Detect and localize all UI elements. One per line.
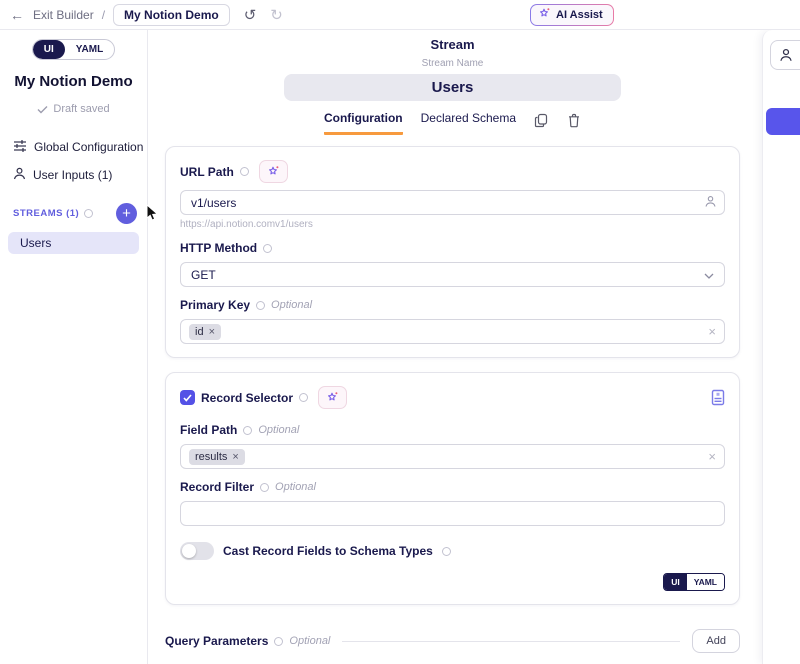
info-icon[interactable]: [240, 167, 249, 176]
record-selector-checkbox[interactable]: [180, 390, 195, 405]
http-method-select[interactable]: GET: [180, 262, 725, 287]
tab-configuration[interactable]: Configuration: [324, 111, 403, 135]
requester-card: URL Path https://api.notion.comv1/users …: [165, 146, 740, 358]
schema-doc-icon[interactable]: [711, 389, 725, 406]
record-selector-label: Record Selector: [201, 391, 293, 405]
toggle-ui-option[interactable]: UI: [664, 574, 687, 590]
stream-config-panel: Stream Stream Name Configuration Declare…: [148, 30, 757, 664]
info-icon[interactable]: [260, 483, 269, 492]
url-preview-text: https://api.notion.comv1/users: [180, 219, 725, 230]
info-icon[interactable]: [84, 209, 93, 218]
chevron-down-icon: [704, 268, 714, 282]
record-selector-ui-yaml-toggle[interactable]: UI YAML: [663, 573, 725, 591]
field-path-label: Field Path: [180, 423, 237, 437]
project-name-field[interactable]: My Notion Demo: [113, 4, 230, 26]
user-icon: [779, 48, 793, 62]
exit-builder-link[interactable]: Exit Builder: [33, 8, 94, 22]
undo-icon[interactable]: ↺: [244, 6, 257, 24]
primary-key-label: Primary Key: [180, 298, 250, 312]
check-icon: [37, 105, 48, 114]
info-icon[interactable]: [256, 301, 265, 310]
tab-declared-schema[interactable]: Declared Schema: [421, 111, 516, 135]
sidebar-stream-users[interactable]: Users: [8, 232, 139, 254]
add-stream-button[interactable]: +: [116, 203, 137, 224]
tag-id: id ×: [189, 324, 221, 340]
panel-title: Stream: [165, 37, 740, 52]
sidebar-item-label: Global Configuration: [34, 140, 143, 154]
connector-title: My Notion Demo: [0, 73, 147, 90]
user-interpolation-icon[interactable]: [704, 195, 717, 213]
ai-suggest-button[interactable]: [318, 386, 347, 409]
toggle-ui-option[interactable]: UI: [33, 40, 65, 59]
info-icon[interactable]: [442, 547, 451, 556]
sparkle-star-icon: [538, 7, 551, 23]
info-icon[interactable]: [274, 637, 283, 646]
info-icon[interactable]: [263, 244, 272, 253]
record-filter-input[interactable]: [180, 501, 725, 526]
remove-tag-icon[interactable]: ×: [209, 326, 215, 338]
field-path-tag-input[interactable]: results × ×: [180, 444, 725, 469]
query-parameters-label: Query Parameters: [165, 634, 268, 648]
url-path-input[interactable]: [180, 190, 725, 215]
record-selector-card: Record Selector Field Path Optional resu…: [165, 372, 740, 605]
stream-tabs: Configuration Declared Schema: [165, 111, 740, 135]
cast-fields-label: Cast Record Fields to Schema Types: [223, 544, 433, 558]
info-icon[interactable]: [299, 393, 308, 402]
sidebar-item-user-inputs[interactable]: User Inputs (1): [0, 161, 147, 189]
breadcrumb-separator: /: [102, 8, 105, 22]
delete-stream-icon[interactable]: [567, 113, 581, 128]
builder-sidebar: UI YAML My Notion Demo Draft saved Globa…: [0, 30, 148, 664]
redo-icon[interactable]: ↻: [270, 6, 283, 24]
connector-builder-app: ← Exit Builder / My Notion Demo ↺ ↻ AI A…: [0, 0, 800, 664]
sidebar-item-label: User Inputs (1): [33, 168, 112, 182]
copy-stream-icon[interactable]: [534, 113, 549, 128]
tag-results: results ×: [189, 449, 245, 465]
info-icon[interactable]: [243, 426, 252, 435]
query-parameters-section: Query Parameters Optional Add: [165, 629, 740, 653]
url-path-label: URL Path: [180, 165, 234, 179]
remove-tag-icon[interactable]: ×: [232, 451, 238, 463]
sidebar-item-global-configuration[interactable]: Global Configuration: [0, 133, 147, 161]
ai-suggest-button[interactable]: [259, 160, 288, 183]
back-arrow-icon[interactable]: ←: [10, 7, 24, 23]
toggle-yaml-option[interactable]: YAML: [687, 574, 724, 590]
cast-fields-toggle[interactable]: [180, 542, 214, 560]
draft-status: Draft saved: [0, 103, 147, 115]
test-stream-button[interactable]: [766, 108, 800, 135]
primary-key-tag-input[interactable]: id × ×: [180, 319, 725, 344]
testing-panel: [762, 30, 800, 664]
sliders-icon: [13, 139, 27, 155]
streams-section-header: STREAMS (1): [13, 208, 79, 219]
user-icon: [13, 167, 26, 183]
stream-name-label: Stream Name: [165, 58, 740, 69]
ui-yaml-toggle[interactable]: UI YAML: [32, 39, 115, 60]
add-query-parameter-button[interactable]: Add: [692, 629, 740, 653]
top-bar: ← Exit Builder / My Notion Demo ↺ ↻ AI A…: [0, 0, 800, 30]
clear-field-icon[interactable]: ×: [708, 449, 716, 464]
ai-assist-button[interactable]: AI Assist: [530, 4, 614, 26]
ai-assist-label: AI Assist: [556, 9, 603, 21]
testing-values-button[interactable]: [770, 40, 800, 70]
stream-name-input[interactable]: [284, 74, 621, 101]
record-filter-label: Record Filter: [180, 480, 254, 494]
http-method-label: HTTP Method: [180, 241, 257, 255]
toggle-yaml-option[interactable]: YAML: [65, 40, 114, 59]
clear-field-icon[interactable]: ×: [708, 324, 716, 339]
